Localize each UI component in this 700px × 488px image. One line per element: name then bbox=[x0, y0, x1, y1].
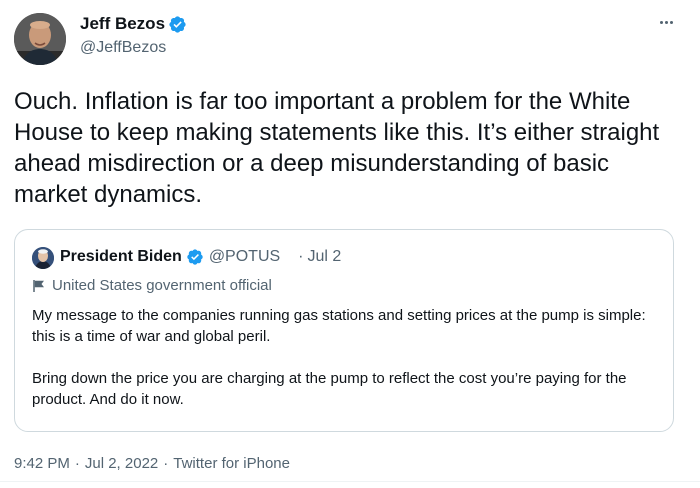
tweet-text: Ouch. Inflation is far too important a p… bbox=[14, 88, 660, 208]
quoted-author-avatar[interactable] bbox=[32, 247, 54, 269]
more-dot-icon bbox=[664, 20, 668, 24]
meta-separator: · bbox=[163, 455, 169, 472]
quoted-header: President Biden @POTUS · Jul 2 bbox=[60, 248, 341, 266]
verified-badge-icon bbox=[187, 249, 203, 265]
more-dot-icon bbox=[659, 20, 663, 24]
quoted-tweet-card[interactable]: President Biden @POTUS · Jul 2 United St… bbox=[14, 229, 674, 432]
tweet-date-link[interactable]: Jul 2, 2022 bbox=[85, 455, 158, 472]
quoted-separator: · bbox=[298, 248, 304, 265]
flag-icon bbox=[33, 279, 44, 292]
quoted-author-name[interactable]: President Biden bbox=[60, 248, 182, 266]
author-handle[interactable]: @JeffBezos bbox=[80, 39, 166, 57]
author-name[interactable]: Jeff Bezos bbox=[80, 14, 165, 34]
quoted-date[interactable]: Jul 2 bbox=[308, 248, 342, 266]
person-photo-icon bbox=[32, 247, 54, 269]
verified-badge-icon bbox=[169, 15, 186, 33]
tweet-metadata: 9:42 PM · Jul 2, 2022 · Twitter for iPho… bbox=[14, 455, 290, 472]
divider bbox=[0, 481, 700, 482]
government-label-text: United States government official bbox=[52, 277, 272, 294]
government-label[interactable]: United States government official bbox=[32, 277, 272, 294]
more-dot-icon bbox=[669, 20, 673, 24]
tweet-time-link[interactable]: 9:42 PM bbox=[14, 455, 70, 472]
tweet-source-link[interactable]: Twitter for iPhone bbox=[173, 455, 290, 472]
author-avatar[interactable] bbox=[14, 13, 66, 65]
person-photo-icon bbox=[14, 13, 66, 65]
quoted-text: My message to the companies running gas … bbox=[32, 305, 657, 410]
quoted-paragraph: Bring down the price you are charging at… bbox=[32, 370, 627, 408]
author-name-row[interactable]: Jeff Bezos bbox=[80, 14, 187, 34]
meta-separator: · bbox=[74, 455, 80, 472]
quoted-paragraph: My message to the companies running gas … bbox=[32, 307, 646, 345]
more-options-button[interactable] bbox=[654, 10, 678, 34]
quoted-author-handle[interactable]: @POTUS bbox=[209, 248, 280, 266]
